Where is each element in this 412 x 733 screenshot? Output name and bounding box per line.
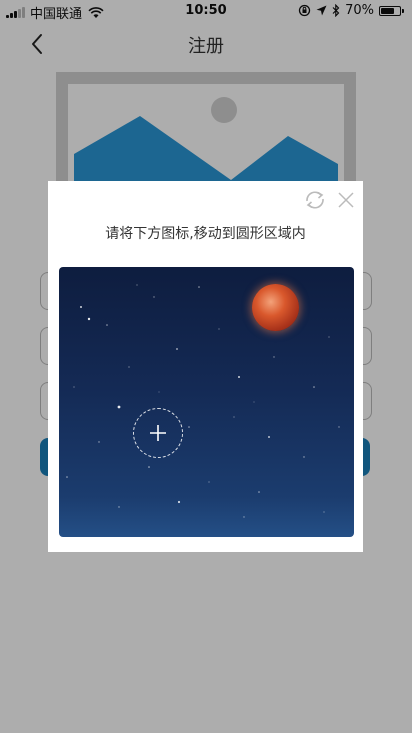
starfield	[66, 284, 340, 518]
refresh-icon[interactable]	[303, 189, 327, 211]
target-circle	[133, 408, 183, 458]
captcha-puzzle-image	[59, 267, 354, 537]
captcha-dialog: 请将下方图标,移动到圆形区域内	[48, 181, 363, 552]
draggable-moon-icon[interactable]	[252, 284, 299, 331]
plus-icon	[150, 425, 166, 441]
close-icon[interactable]	[337, 191, 355, 209]
captcha-instruction: 请将下方图标,移动到圆形区域内	[105, 226, 306, 242]
